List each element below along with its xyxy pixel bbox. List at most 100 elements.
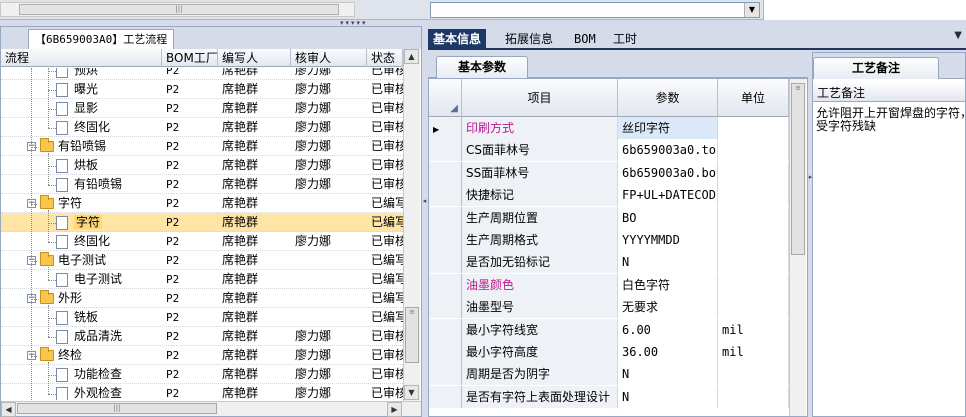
col-header-writer[interactable]: 编写人 [218,49,291,67]
tab-process-notes[interactable]: 工艺备注 [813,57,939,79]
tree-node-name[interactable]: 功能检查 [56,365,162,384]
tree-row[interactable]: 终固化 P2 席艳群 廖力娜 已审核 [1,232,403,251]
param-row[interactable]: 生产周期格式 YYYYMMDD [429,229,789,251]
row-indicator[interactable] [429,363,462,386]
row-indicator[interactable]: ▶ [429,117,462,139]
param-value[interactable]: 36.00 [618,341,718,363]
tree-horizontal-scrollbar[interactable]: ◀ ||| ▶ [1,401,421,417]
col-header-param[interactable]: 参数 [618,79,718,117]
row-indicator[interactable] [429,251,462,274]
param-row[interactable]: 快捷标记 FP+UL+DATECODE [429,184,789,207]
params-vertical-scrollbar[interactable]: ≡ [789,79,806,416]
tree-row[interactable]: 有铅喷锡 P2 席艳群 廖力娜 已审核 [1,175,403,194]
tree-node-name[interactable]: 铣板 [56,308,162,327]
row-indicator[interactable] [429,206,462,229]
param-value[interactable]: N [618,385,718,408]
tree-node-name[interactable]: 预烘 [56,68,162,80]
param-value[interactable]: 6b659003a0.to [618,139,718,162]
param-value[interactable]: 丝印字符 [618,117,718,139]
tree-row[interactable]: 铣板 P2 席艳群 已编写 [1,308,403,327]
tree-node-name[interactable]: 成品清洗 [56,327,162,346]
top-horizontal-scrollbar[interactable]: ||| [0,2,355,17]
param-row[interactable]: 是否加无铅标记 N [429,251,789,274]
param-row[interactable]: 油墨型号 无要求 [429,296,789,319]
tree-row[interactable]: − 字符 P2 席艳群 已编写 [1,194,403,213]
scroll-right-icon[interactable]: ▶ [387,402,402,417]
param-row[interactable]: 最小字符高度 36.00 mil [429,341,789,363]
tree-row[interactable]: − 有铅喷锡 P2 席艳群 廖力娜 已审核 [1,137,403,156]
row-indicator[interactable] [429,139,462,162]
param-value[interactable]: N [618,251,718,274]
tree-node-name[interactable]: 曝光 [56,80,162,99]
param-value[interactable]: 6b659003a0.bo [618,161,718,184]
tree-node-name[interactable]: 显影 [56,99,162,118]
row-indicator[interactable] [429,273,462,296]
tree-row[interactable]: − 外形 P2 席艳群 已编写 [1,289,403,308]
tab-extended-info[interactable]: 拓展信息 [500,29,558,50]
tree-row[interactable]: 电子测试 P2 席艳群 已编写 [1,270,403,289]
param-row[interactable]: 油墨颜色 白色字符 [429,273,789,296]
tree-row[interactable]: 外观检查 P2 席艳群 廖力娜 已审核 [1,384,403,400]
chevron-down-icon[interactable]: ▼ [744,3,759,17]
tree-node-name[interactable]: 终固化 [56,232,162,251]
tree-row[interactable]: 烘板 P2 席艳群 廖力娜 已审核 [1,156,403,175]
param-row[interactable]: 周期是否为阴字 N [429,363,789,386]
tab-hours[interactable]: 工时 [608,29,642,50]
tree-row[interactable]: 终固化 P2 席艳群 廖力娜 已审核 [1,118,403,137]
tab-menu-chevron-icon[interactable]: ▼ [954,30,962,41]
param-value[interactable]: 白色字符 [618,273,718,296]
tree-row[interactable]: 字符 P2 席艳群 已编写 [1,213,403,232]
top-right-box[interactable] [763,0,966,20]
tree-row[interactable]: 功能检查 P2 席艳群 廖力娜 已审核 [1,365,403,384]
param-value[interactable]: N [618,363,718,386]
vertical-splitter-left[interactable]: ◂ [422,26,427,417]
param-row[interactable]: ▶ 印刷方式 丝印字符 [429,117,789,139]
tree-node-name[interactable]: 有铅喷锡 [56,175,162,194]
scroll-left-icon[interactable]: ◀ [1,402,16,417]
tree-node-name[interactable]: 烘板 [56,156,162,175]
param-value[interactable]: YYYYMMDD [618,229,718,251]
col-header-flow[interactable]: 流程 [1,49,162,67]
scroll-down-icon[interactable]: ▼ [404,385,419,400]
top-scroll-thumb[interactable]: ||| [19,4,339,15]
row-indicator[interactable] [429,229,462,251]
tree-scroll-thumb[interactable]: ≡ [405,307,419,363]
param-row[interactable]: 是否有字符上表面处理设计 N [429,385,789,408]
tree-row[interactable]: 曝光 P2 席艳群 廖力娜 已审核 [1,80,403,99]
param-value[interactable]: 无要求 [618,296,718,319]
param-row[interactable]: SS面菲林号 6b659003a0.bo [429,161,789,184]
tree-vertical-scrollbar[interactable]: ▲ ≡ ▼ [403,49,420,401]
col-header-status[interactable]: 状态 [367,49,403,67]
tree-row[interactable]: − 电子测试 P2 席艳群 已编写 [1,251,403,270]
row-indicator[interactable] [429,296,462,319]
tab-bom[interactable]: BOM [569,29,601,50]
tab-process-flow[interactable]: 【6B659003A0】工艺流程 [28,29,175,49]
param-row[interactable]: 生产周期位置 BO [429,206,789,229]
param-value[interactable]: FP+UL+DATECODE [618,184,718,207]
col-header-reviewer[interactable]: 核审人 [291,49,367,67]
tree-row[interactable]: 成品清洗 P2 席艳群 廖力娜 已审核 [1,327,403,346]
row-indicator[interactable] [429,161,462,184]
param-value[interactable]: BO [618,206,718,229]
tree-node-name[interactable]: 字符 [56,213,162,232]
tree-hscroll-thumb[interactable]: ||| [17,403,217,414]
tab-basic-info[interactable]: 基本信息 [428,29,487,50]
param-row[interactable]: CS面菲林号 6b659003a0.to [429,139,789,162]
tree-node-name[interactable]: 外观检查 [56,384,162,400]
notes-text[interactable]: 允许阻开上开窗焊盘的字符， 受字符残缺 [816,107,966,133]
top-combo-box[interactable]: ▼ [430,2,760,18]
col-header-unit[interactable]: 单位 [718,79,789,117]
params-scroll-thumb[interactable]: ≡ [791,83,805,255]
col-header-bom[interactable]: BOM工厂 [162,49,218,67]
tree-row[interactable]: 显影 P2 席艳群 廖力娜 已审核 [1,99,403,118]
row-indicator[interactable] [429,184,462,207]
row-indicator[interactable] [429,385,462,408]
row-indicator[interactable] [429,318,462,341]
tree-row[interactable]: − 终检 P2 席艳群 廖力娜 已审核 [1,346,403,365]
col-header-item[interactable]: 项目 [462,79,618,117]
row-indicator[interactable] [429,341,462,363]
tree-node-name[interactable]: 终固化 [56,118,162,137]
param-value[interactable]: 6.00 [618,318,718,341]
tree-node-name[interactable]: 电子测试 [56,270,162,289]
tab-basic-params[interactable]: 基本参数 [436,56,528,78]
